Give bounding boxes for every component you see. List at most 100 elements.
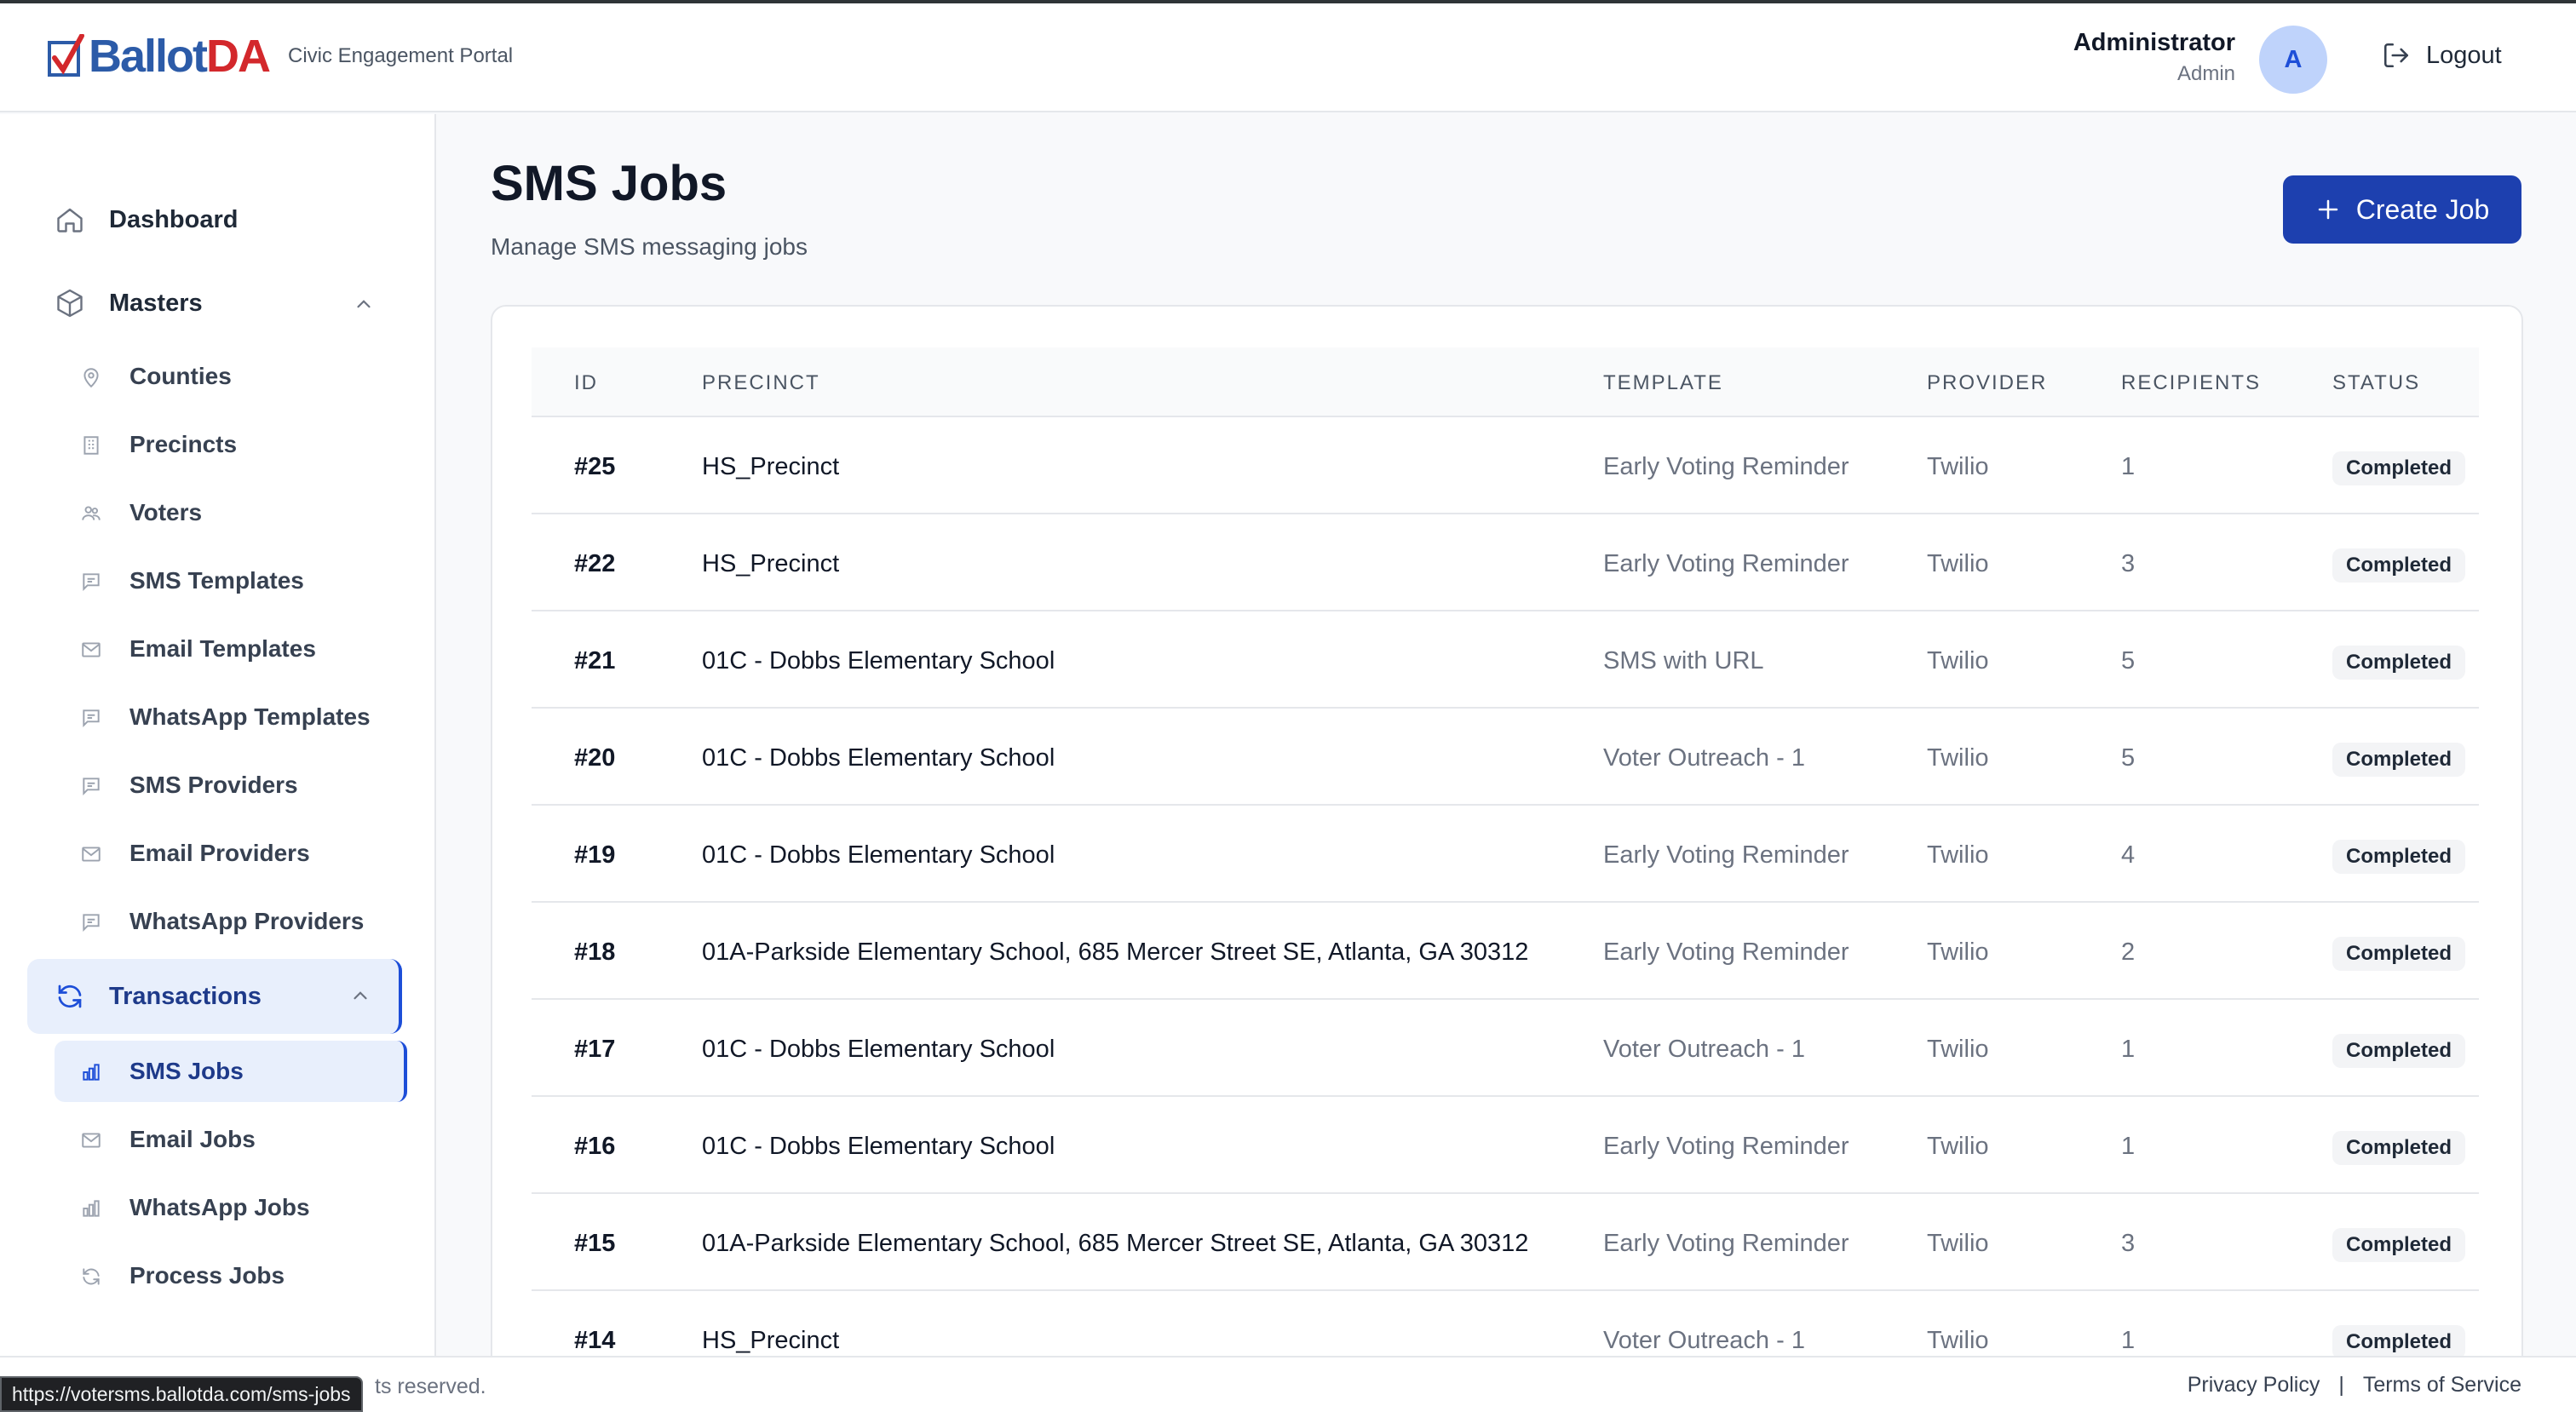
- logout-label: Logout: [2426, 41, 2502, 69]
- status-badge: Completed: [2332, 743, 2466, 777]
- job-id: #22: [574, 550, 616, 577]
- job-provider: Twilio: [1927, 744, 1989, 772]
- sidebar-item-label: SMS Providers: [129, 772, 298, 798]
- job-template: Early Voting Reminder: [1603, 550, 1849, 577]
- table-row[interactable]: #19 01C - Dobbs Elementary School Early …: [532, 806, 2479, 903]
- column-header-template[interactable]: TEMPLATE: [1603, 371, 1723, 395]
- sidebar-item-label: SMS Jobs: [129, 1058, 244, 1084]
- sidebar-item-sms-providers[interactable]: SMS Providers: [55, 755, 407, 816]
- table-row[interactable]: #22 HS_Precinct Early Voting Reminder Tw…: [532, 514, 2479, 611]
- job-provider: Twilio: [1927, 550, 1989, 577]
- job-provider: Twilio: [1927, 938, 1989, 966]
- sidebar-item-label: WhatsApp Providers: [129, 908, 365, 934]
- job-provider: Twilio: [1927, 1133, 1989, 1160]
- sidebar-item-label: SMS Templates: [129, 567, 304, 594]
- job-template: Voter Outreach - 1: [1603, 1036, 1805, 1063]
- bar-chart-icon: [80, 1197, 102, 1220]
- job-provider: Twilio: [1927, 1230, 1989, 1257]
- avatar[interactable]: A: [2259, 26, 2327, 94]
- page-footer: ts reserved. Privacy Policy | Terms of S…: [0, 1356, 2576, 1412]
- sidebar-item-label: WhatsApp Templates: [129, 703, 371, 730]
- portal-tagline: Civic Engagement Portal: [288, 44, 514, 67]
- job-recipients: 3: [2121, 550, 2136, 577]
- sidebar-item-counties[interactable]: Counties: [55, 346, 407, 407]
- table-row[interactable]: #17 01C - Dobbs Elementary School Voter …: [532, 1000, 2479, 1097]
- job-provider: Twilio: [1927, 453, 1989, 480]
- sidebar-item-label: Email Providers: [129, 840, 310, 866]
- checkbox-logo-icon: [48, 34, 85, 78]
- terms-of-service-link[interactable]: Terms of Service: [2363, 1373, 2521, 1398]
- job-id: #14: [574, 1327, 616, 1354]
- footer-links: Privacy Policy | Terms of Service: [2188, 1373, 2521, 1398]
- chevron-up-icon: [349, 984, 371, 1007]
- sidebar-item-precincts[interactable]: Precincts: [55, 414, 407, 475]
- job-provider: Twilio: [1927, 1036, 1989, 1063]
- job-precinct: 01C - Dobbs Elementary School: [702, 1133, 1055, 1160]
- sidebar-item-sms-jobs[interactable]: SMS Jobs: [55, 1041, 407, 1102]
- privacy-policy-link[interactable]: Privacy Policy: [2188, 1373, 2320, 1398]
- job-id: #16: [574, 1133, 616, 1160]
- sidebar-group-masters[interactable]: Masters: [27, 269, 402, 337]
- sidebar-item-voters[interactable]: Voters: [55, 482, 407, 543]
- sidebar-item-email-templates[interactable]: Email Templates: [55, 618, 407, 680]
- ballotda-logo[interactable]: BallotDA: [48, 29, 271, 83]
- table-row[interactable]: #21 01C - Dobbs Elementary School SMS wi…: [532, 611, 2479, 709]
- footer-separator: |: [2338, 1373, 2344, 1397]
- sidebar-item-whatsapp-templates[interactable]: WhatsApp Templates: [55, 686, 407, 748]
- table-row[interactable]: #18 01A-Parkside Elementary School, 685 …: [532, 903, 2479, 1000]
- sidebar-item-label: Process Jobs: [129, 1262, 285, 1289]
- sidebar-item-label: Precincts: [129, 431, 238, 457]
- job-precinct: HS_Precinct: [702, 453, 840, 480]
- status-badge: Completed: [2332, 1131, 2466, 1165]
- sidebar: Dashboard Masters Counties Precincts Vot…: [0, 114, 436, 1356]
- job-template: Early Voting Reminder: [1603, 841, 1849, 869]
- table-row[interactable]: #16 01C - Dobbs Elementary School Early …: [532, 1097, 2479, 1194]
- table-row[interactable]: #15 01A-Parkside Elementary School, 685 …: [532, 1194, 2479, 1291]
- job-template: SMS with URL: [1603, 647, 1764, 674]
- sidebar-item-label: Counties: [129, 363, 232, 389]
- page-title: SMS Jobs: [491, 156, 727, 211]
- sidebar-item-dashboard[interactable]: Dashboard: [27, 186, 402, 254]
- job-precinct: 01C - Dobbs Elementary School: [702, 841, 1055, 869]
- sidebar-item-whatsapp-jobs[interactable]: WhatsApp Jobs: [55, 1177, 407, 1238]
- sidebar-item-label: Voters: [129, 499, 203, 525]
- sidebar-item-label: Email Templates: [129, 635, 316, 662]
- sidebar-item-label: Email Jobs: [129, 1126, 256, 1152]
- status-badge: Completed: [2332, 1325, 2466, 1359]
- job-template: Early Voting Reminder: [1603, 1230, 1849, 1257]
- table-row[interactable]: #25 HS_Precinct Early Voting Reminder Tw…: [532, 417, 2479, 514]
- map-pin-icon: [80, 366, 102, 388]
- column-header-provider[interactable]: PROVIDER: [1927, 371, 2047, 395]
- job-id: #20: [574, 744, 616, 772]
- sidebar-group-transactions[interactable]: Transactions: [27, 959, 402, 1034]
- column-header-status[interactable]: STATUS: [2332, 371, 2420, 395]
- job-id: #25: [574, 453, 616, 480]
- sidebar-item-sms-templates[interactable]: SMS Templates: [55, 550, 407, 611]
- sidebar-item-email-providers[interactable]: Email Providers: [55, 823, 407, 884]
- column-header-recipients[interactable]: RECIPIENTS: [2121, 371, 2261, 395]
- sidebar-item-whatsapp-providers[interactable]: WhatsApp Providers: [55, 891, 407, 952]
- bar-chart-icon: [80, 1061, 102, 1083]
- job-id: #19: [574, 841, 616, 869]
- sidebar-item-email-jobs[interactable]: Email Jobs: [55, 1109, 407, 1170]
- job-template: Voter Outreach - 1: [1603, 1327, 1805, 1354]
- column-header-id[interactable]: ID: [574, 371, 598, 395]
- status-badge: Completed: [2332, 646, 2466, 680]
- mail-icon: [80, 1129, 102, 1151]
- job-recipients: 5: [2121, 647, 2136, 674]
- sidebar-item-process-jobs[interactable]: Process Jobs: [55, 1245, 407, 1306]
- chevron-up-icon: [353, 293, 375, 315]
- mail-icon: [80, 639, 102, 661]
- job-template: Voter Outreach - 1: [1603, 744, 1805, 772]
- table-row[interactable]: #20 01C - Dobbs Elementary School Voter …: [532, 709, 2479, 806]
- job-template: Early Voting Reminder: [1603, 1133, 1849, 1160]
- logout-button[interactable]: Logout: [2382, 41, 2502, 70]
- message-icon: [80, 707, 102, 729]
- sidebar-item-label: WhatsApp Jobs: [129, 1194, 310, 1220]
- home-icon: [55, 204, 85, 235]
- column-header-precinct[interactable]: PRECINCT: [702, 371, 820, 395]
- cube-icon: [55, 288, 85, 319]
- create-job-button[interactable]: Create Job: [2283, 175, 2521, 244]
- job-precinct: 01A-Parkside Elementary School, 685 Merc…: [702, 1230, 1529, 1257]
- page-subtitle: Manage SMS messaging jobs: [491, 233, 808, 260]
